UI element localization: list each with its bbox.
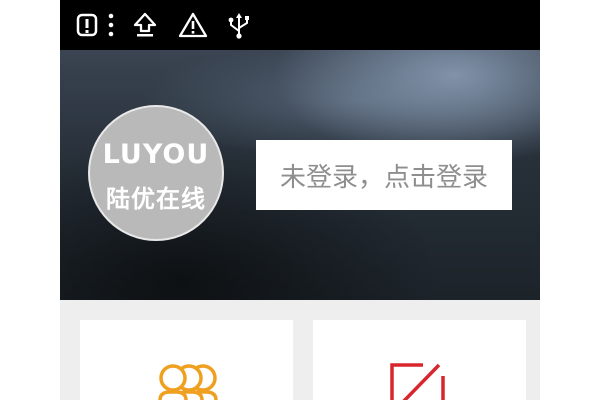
status-bar	[60, 0, 540, 50]
edit-card[interactable]	[313, 320, 526, 400]
app-screen: LUYOU 陆优在线 未登录，点击登录	[60, 0, 540, 400]
profile-header: LUYOU 陆优在线 未登录，点击登录	[60, 50, 540, 300]
users-icon	[158, 364, 218, 400]
edit-icon	[390, 363, 445, 400]
login-button[interactable]: 未登录，点击登录	[256, 140, 512, 210]
users-card[interactable]	[80, 320, 293, 400]
login-prompt-label: 未登录，点击登录	[279, 162, 488, 193]
app-logo: LUYOU 陆优在线	[88, 105, 224, 241]
logo-chinese-name: 陆优在线	[106, 185, 206, 213]
more-vertical-icon[interactable]	[106, 11, 116, 39]
upload-icon	[133, 12, 157, 37]
alert-box-icon	[76, 13, 98, 37]
usb-icon	[228, 13, 249, 39]
logo-wordmark: LUYOU	[102, 139, 210, 170]
warning-icon	[178, 12, 208, 38]
